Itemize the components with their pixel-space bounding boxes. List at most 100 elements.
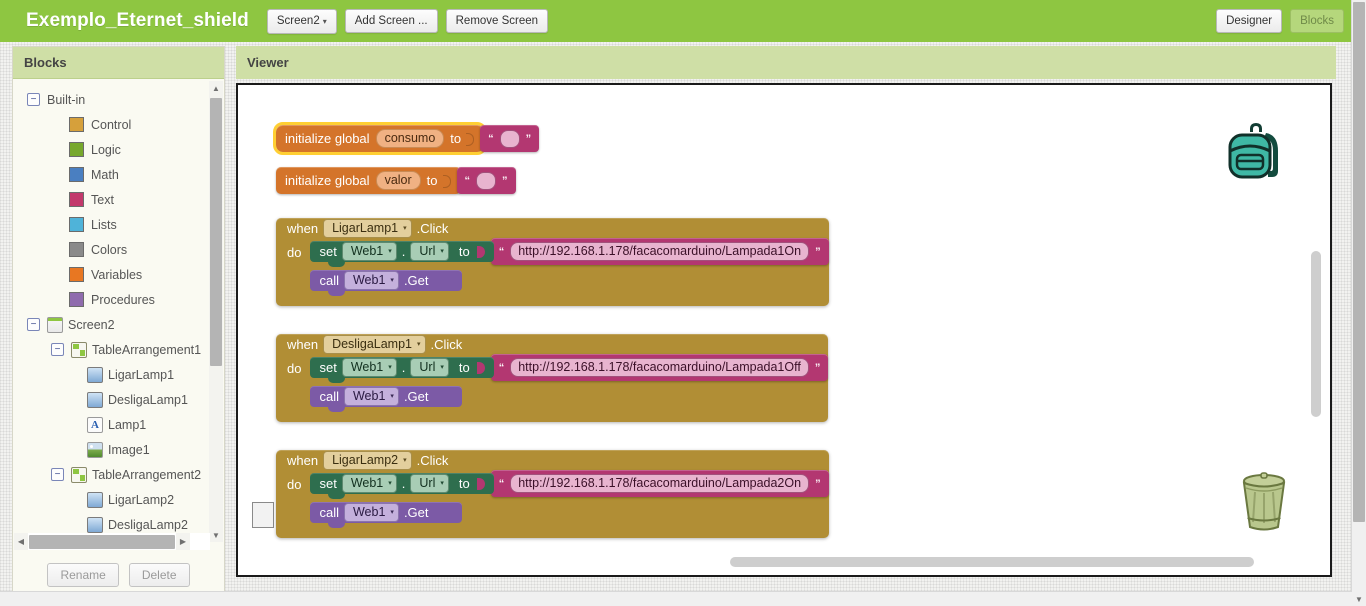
init-global-block-body[interactable]: initialize global valor to <box>276 167 461 194</box>
palette-item-text[interactable]: Text <box>13 187 224 212</box>
blocks-workspace[interactable]: initialize global consumo to “ ” initial… <box>236 83 1332 577</box>
set-component-dropdown[interactable]: Web1 ▾ <box>341 474 397 493</box>
call-component-dropdown[interactable]: Web1 ▾ <box>343 503 399 522</box>
collapse-toggle-icon[interactable]: − <box>27 93 40 106</box>
quote-open-icon: “ <box>498 361 505 374</box>
backpack-icon[interactable] <box>1222 115 1294 192</box>
set-component-label: Web1 <box>350 476 384 490</box>
set-dot-separator: . <box>401 244 406 259</box>
tree-node-image1[interactable]: Image1 <box>13 437 224 462</box>
tab-blocks[interactable]: Blocks <box>1290 9 1344 33</box>
url-value-field[interactable]: http://192.168.1.178/facacomarduino/Lamp… <box>510 242 810 261</box>
string-value-field[interactable] <box>499 129 520 148</box>
delete-button[interactable]: Delete <box>128 563 190 587</box>
workspace-horizontal-scrollbar[interactable] <box>238 557 1328 567</box>
set-property-dropdown[interactable]: Url ▾ <box>410 358 449 377</box>
chevron-down-icon: ▾ <box>403 225 407 232</box>
tree-node-screen2[interactable]: − Screen2 <box>13 312 224 337</box>
tree-node-tablearrangement2[interactable]: − TableArrangement2 <box>13 462 224 487</box>
screen-selector-dropdown[interactable]: Screen2 ▾ <box>266 8 337 34</box>
tree-node-desligalamp1[interactable]: DesligaLamp1 <box>13 387 224 412</box>
page-vertical-scrollbar[interactable] <box>1351 0 1366 592</box>
text-string-block[interactable]: “ ” <box>480 125 540 152</box>
tree-node-label: LigarLamp2 <box>108 492 175 507</box>
palette-item-procedures[interactable]: Procedures <box>13 287 224 312</box>
text-string-block[interactable]: “ ” <box>456 167 516 194</box>
init-global-block-body[interactable]: initialize global consumo to <box>272 122 488 155</box>
block-call-web1-get[interactable]: call Web1 ▾ .Get <box>310 502 463 528</box>
block-set-web1-url[interactable]: set Web1 ▾ . Url ▾ to <box>310 473 494 499</box>
button-icon <box>87 366 103 383</box>
chevron-down-icon: ▾ <box>388 364 392 371</box>
event-block-body[interactable]: when LigarLamp2 ▾ .Click do set Web1 ▾ .… <box>276 450 829 538</box>
palette-horizontal-scrollbar[interactable]: ◀ ▶ <box>14 533 210 550</box>
event-component-dropdown[interactable]: DesligaLamp1 ▾ <box>323 335 426 354</box>
scroll-left-arrow-icon[interactable]: ◀ <box>14 533 28 550</box>
remove-screen-button[interactable]: Remove Screen <box>445 9 549 33</box>
collapse-toggle-icon[interactable]: − <box>51 343 64 356</box>
block-set-web1-url[interactable]: set Web1 ▾ . Url ▾ to <box>310 241 494 267</box>
trash-icon[interactable] <box>1234 470 1294 541</box>
block-initialize-global-consumo[interactable]: initialize global consumo to “ ” <box>272 122 540 155</box>
palette-tree-container: − Built-in Control Logic Math Text Lists… <box>13 79 224 544</box>
add-screen-button[interactable]: Add Screen ... <box>344 9 438 33</box>
palette-item-variables[interactable]: Variables <box>13 262 224 287</box>
collapse-toggle-icon[interactable]: − <box>27 318 40 331</box>
event-block-body[interactable]: when DesligaLamp1 ▾ .Click do set Web1 ▾… <box>276 334 829 422</box>
set-property-label: Url <box>419 476 436 490</box>
global-name-field[interactable]: valor <box>375 171 421 190</box>
workspace-vertical-scrollbar[interactable] <box>1311 125 1321 505</box>
tree-node-ligarlamp2[interactable]: LigarLamp2 <box>13 487 224 512</box>
tree-node-tablearrangement1[interactable]: − TableArrangement1 <box>13 337 224 362</box>
block-call-web1-get[interactable]: call Web1 ▾ .Get <box>310 270 463 296</box>
palette-item-label: Colors <box>91 242 128 257</box>
collapse-toggle-icon[interactable]: − <box>51 468 64 481</box>
palette-item-colors[interactable]: Colors <box>13 237 224 262</box>
tree-node-lamp1[interactable]: A Lamp1 <box>13 412 224 437</box>
scroll-right-arrow-icon[interactable]: ▶ <box>176 533 190 550</box>
workspace-vscroll-thumb[interactable] <box>1311 251 1321 417</box>
block-when-ligarlamp1-click[interactable]: when LigarLamp1 ▾ .Click do set Web1 ▾ .… <box>276 218 829 306</box>
workspace-hscroll-thumb[interactable] <box>730 557 1254 567</box>
palette-item-math[interactable]: Math <box>13 162 224 187</box>
palette-item-logic[interactable]: Logic <box>13 137 224 162</box>
set-property-dropdown[interactable]: Url ▾ <box>410 242 449 261</box>
block-when-ligarlamp2-click[interactable]: when LigarLamp2 ▾ .Click do set Web1 ▾ .… <box>252 450 829 538</box>
palette-item-lists[interactable]: Lists <box>13 212 224 237</box>
block-set-web1-url[interactable]: set Web1 ▾ . Url ▾ to <box>310 357 494 383</box>
tree-node-ligarlamp1[interactable]: LigarLamp1 <box>13 362 224 387</box>
page-vscroll-thumb[interactable] <box>1353 2 1365 522</box>
palette-item-label: Text <box>91 192 114 207</box>
call-component-dropdown[interactable]: Web1 ▾ <box>343 271 399 290</box>
block-initialize-global-valor[interactable]: initialize global valor to “ ” <box>276 167 516 194</box>
palette-scroll-thumb[interactable] <box>210 98 222 366</box>
button-icon <box>87 516 103 533</box>
event-component-dropdown[interactable]: LigarLamp2 ▾ <box>323 451 412 470</box>
call-component-dropdown[interactable]: Web1 ▾ <box>343 387 399 406</box>
warning-indicator-stub[interactable] <box>252 502 274 528</box>
url-value-field[interactable]: http://192.168.1.178/facacomarduino/Lamp… <box>510 474 810 493</box>
block-text-url[interactable]: “ http://192.168.1.178/facacomarduino/La… <box>490 238 829 265</box>
block-call-web1-get[interactable]: call Web1 ▾ .Get <box>310 386 463 412</box>
rename-button[interactable]: Rename <box>47 563 119 587</box>
page-horizontal-scrollbar[interactable] <box>0 591 1352 606</box>
string-value-field[interactable] <box>476 171 496 190</box>
tab-designer[interactable]: Designer <box>1216 9 1283 33</box>
block-text-url[interactable]: “ http://192.168.1.178/facacomarduino/La… <box>490 470 829 497</box>
set-component-dropdown[interactable]: Web1 ▾ <box>341 242 397 261</box>
scroll-up-arrow-icon[interactable]: ▲ <box>209 81 223 95</box>
event-component-dropdown[interactable]: LigarLamp1 ▾ <box>323 219 412 238</box>
set-component-dropdown[interactable]: Web1 ▾ <box>341 358 397 377</box>
palette-item-control[interactable]: Control <box>13 112 224 137</box>
url-value-field[interactable]: http://192.168.1.178/facacomarduino/Lamp… <box>510 358 809 377</box>
set-property-dropdown[interactable]: Url ▾ <box>410 474 449 493</box>
block-text-url[interactable]: “ http://192.168.1.178/facacomarduino/La… <box>490 354 829 381</box>
event-block-footer <box>276 294 829 306</box>
palette-vertical-scrollbar[interactable]: ▲ ▼ <box>209 81 223 542</box>
tree-node-builtin[interactable]: − Built-in <box>13 87 224 112</box>
block-when-desligalamp1-click[interactable]: when DesligaLamp1 ▾ .Click do set Web1 ▾… <box>276 334 829 422</box>
scroll-down-arrow-icon[interactable]: ▼ <box>209 528 223 542</box>
event-block-body[interactable]: when LigarLamp1 ▾ .Click do set Web1 ▾ .… <box>276 218 829 306</box>
palette-hscroll-thumb[interactable] <box>29 534 175 549</box>
global-name-field[interactable]: consumo <box>375 129 445 148</box>
